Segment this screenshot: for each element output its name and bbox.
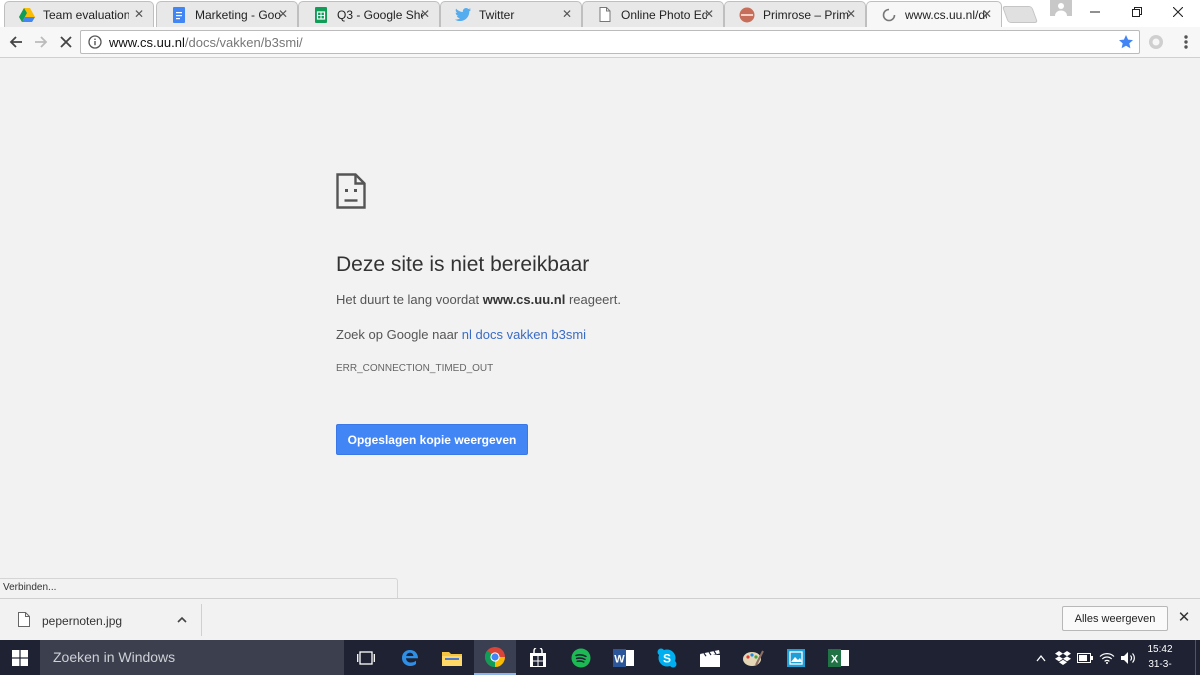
download-item[interactable]: pepernoten.jpg <box>0 604 202 636</box>
tab-photo-editor[interactable]: Online Photo Editor ✕ <box>582 1 724 27</box>
tab-close-icon[interactable]: ✕ <box>703 8 715 20</box>
tab-primrose[interactable]: Primrose – Primrose ✕ <box>724 1 866 27</box>
bookmark-star-icon[interactable] <box>1118 34 1134 50</box>
chrome-icon[interactable] <box>474 640 516 675</box>
wifi-icon[interactable] <box>1097 640 1117 675</box>
tab-close-icon[interactable]: ✕ <box>133 8 145 20</box>
tab-marketing[interactable]: Marketing - Google ✕ <box>156 1 298 27</box>
tab-q3-sheets[interactable]: Q3 - Google Sheets ✕ <box>298 1 440 27</box>
primrose-icon <box>739 7 755 23</box>
error-desc-prefix: Het duurt te lang voordat <box>336 292 480 307</box>
file-explorer-icon[interactable] <box>431 640 473 675</box>
forward-arrow-icon[interactable] <box>31 32 51 52</box>
tab-title: Team evaluation - G <box>43 7 129 22</box>
new-tab-button[interactable] <box>1001 6 1039 23</box>
tab-close-icon[interactable]: ✕ <box>845 8 857 20</box>
tab-title: Q3 - Google Sheets <box>337 7 423 22</box>
svg-text:S: S <box>663 651 671 665</box>
menu-kebab-icon[interactable] <box>1177 33 1195 51</box>
show-desktop-button[interactable] <box>1195 640 1200 675</box>
chevron-up-icon[interactable] <box>176 613 188 625</box>
battery-icon[interactable] <box>1075 640 1095 675</box>
tab-team-evaluation[interactable]: Team evaluation - G ✕ <box>4 1 154 27</box>
error-suggestion: Zoek op Google naar nl docs vakken b3smi <box>336 327 586 342</box>
profile-avatar-icon[interactable] <box>1050 0 1072 16</box>
svg-text:W: W <box>614 653 625 665</box>
task-view-icon[interactable] <box>345 640 387 675</box>
loading-spinner-icon <box>881 7 897 23</box>
show-all-downloads-button[interactable]: Alles weergeven <box>1062 606 1168 631</box>
info-circle-icon[interactable] <box>87 34 103 50</box>
tab-title: Online Photo Editor <box>621 7 707 22</box>
file-icon <box>18 612 30 627</box>
twitter-icon <box>455 7 471 23</box>
tab-strip: Team evaluation - G ✕ Marketing - Google… <box>0 0 1200 27</box>
edge-browser-icon[interactable] <box>389 640 431 675</box>
paint-icon[interactable] <box>732 640 774 675</box>
chevron-up-tray-icon[interactable] <box>1034 640 1048 675</box>
spotify-icon[interactable] <box>560 640 602 675</box>
restore-icon[interactable] <box>1115 0 1159 24</box>
download-shelf: pepernoten.jpg Alles weergeven ✕ <box>0 598 1200 640</box>
error-desc-host: www.cs.uu.nl <box>482 292 566 307</box>
tab-close-icon[interactable]: ✕ <box>561 8 573 20</box>
sad-page-icon <box>336 173 366 209</box>
tab-title: Twitter <box>479 7 515 22</box>
svg-text:X: X <box>831 653 839 665</box>
clock-time: 15:42 <box>1147 644 1173 655</box>
windows-start-icon[interactable] <box>0 640 40 675</box>
error-description: Het duurt te lang voordat www.cs.uu.nl r… <box>336 292 621 307</box>
search-google-link[interactable]: nl docs vakken b3smi <box>462 327 586 342</box>
taskbar-search-input[interactable]: Zoeken in Windows <box>40 640 344 675</box>
close-shelf-icon[interactable]: ✕ <box>1176 610 1192 626</box>
browser-toolbar: www.cs.uu.nl/docs/vakken/b3smi/ <box>0 27 1200 58</box>
store-icon[interactable] <box>517 640 559 675</box>
minimize-icon[interactable] <box>1073 0 1117 24</box>
photos-app-icon[interactable] <box>775 640 817 675</box>
stop-loading-icon[interactable] <box>56 32 76 52</box>
close-window-icon[interactable] <box>1156 0 1200 24</box>
tab-title: Marketing - Google <box>195 7 281 22</box>
tab-cs-uu-active[interactable]: www.cs.uu.nl/docs/ ✕ <box>866 1 1002 27</box>
tab-close-icon[interactable]: ✕ <box>419 8 431 20</box>
clock-date: 31-3-2017 <box>1148 659 1172 675</box>
tab-twitter[interactable]: Twitter ✕ <box>440 1 582 27</box>
taskbar-clock[interactable]: 15:42 31-3-2017 <box>1140 642 1180 675</box>
google-sheets-icon <box>313 6 329 23</box>
url-domain: www.cs.uu.nl <box>109 34 185 50</box>
suggest-prefix: Zoek op Google naar <box>336 327 459 342</box>
error-code: ERR_CONNECTION_TIMED_OUT <box>336 363 494 374</box>
word-icon[interactable]: W <box>603 640 645 675</box>
page-content: Deze site is niet bereikbaar Het duurt t… <box>0 58 1200 598</box>
tab-title: Primrose – Primrose <box>763 7 849 22</box>
url-path: /docs/vakken/b3smi/ <box>184 34 303 50</box>
dropbox-icon[interactable] <box>1053 640 1073 675</box>
download-filename: pepernoten.jpg <box>42 614 123 628</box>
address-url: www.cs.uu.nl/docs/vakken/b3smi/ <box>109 35 303 50</box>
error-title: Deze site is niet bereikbaar <box>336 253 590 276</box>
skype-icon[interactable]: S <box>646 640 688 675</box>
page-icon <box>597 7 613 23</box>
google-docs-icon <box>171 6 187 23</box>
google-drive-icon <box>19 7 35 23</box>
extension-icon[interactable] <box>1147 33 1165 51</box>
error-desc-suffix: reageert. <box>568 292 621 307</box>
address-bar[interactable]: www.cs.uu.nl/docs/vakken/b3smi/ <box>80 30 1140 54</box>
excel-icon[interactable]: X <box>818 640 860 675</box>
movie-maker-icon[interactable] <box>689 640 731 675</box>
status-bubble: Verbinden... <box>0 578 398 598</box>
windows-taskbar: Zoeken in Windows W S X 15:42 31-3- <box>0 640 1200 675</box>
tab-title: www.cs.uu.nl/docs/ <box>905 7 987 22</box>
tab-close-icon[interactable]: ✕ <box>277 8 289 20</box>
show-saved-copy-button[interactable]: Opgeslagen kopie weergeven <box>336 424 528 455</box>
back-arrow-icon[interactable] <box>6 32 26 52</box>
volume-icon[interactable] <box>1118 640 1138 675</box>
tab-close-icon[interactable]: ✕ <box>981 8 993 20</box>
